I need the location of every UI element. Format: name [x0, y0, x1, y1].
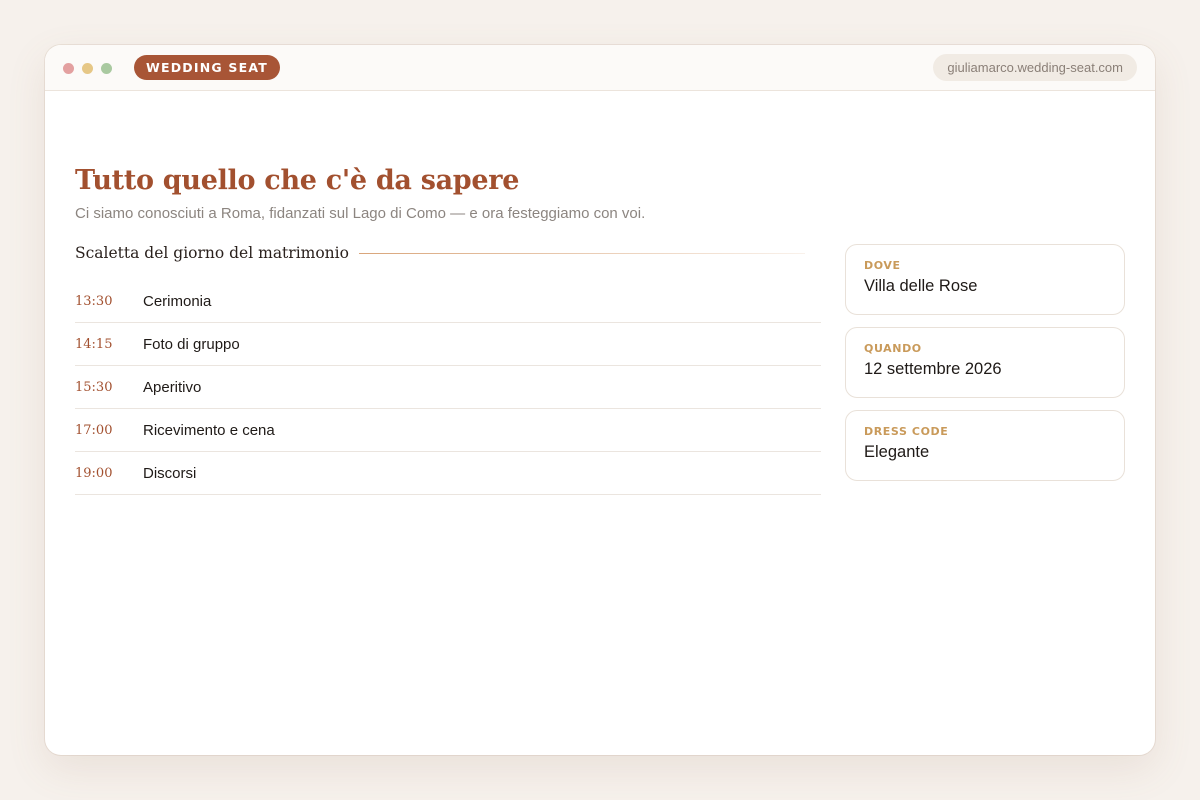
- detail-card-when: QUANDO 12 settembre 2026: [845, 327, 1125, 398]
- title-bar: WEDDING SEAT giuliamarco.wedding-seat.co…: [45, 45, 1155, 91]
- schedule-time: 15:30: [75, 379, 113, 395]
- detail-card-where: DOVE Villa delle Rose: [845, 244, 1125, 315]
- schedule-event: Aperitivo: [143, 378, 202, 396]
- schedule-row: 19:00 Discorsi: [75, 452, 821, 495]
- schedule-time: 17:00: [75, 422, 113, 438]
- url-bar[interactable]: giuliamarco.wedding-seat.com: [933, 54, 1137, 81]
- browser-window: WEDDING SEAT giuliamarco.wedding-seat.co…: [45, 45, 1155, 755]
- schedule-row: 14:15 Foto di gruppo: [75, 323, 821, 366]
- schedule-header: Scaletta del giorno del matrimonio: [75, 244, 805, 262]
- schedule-title: Scaletta del giorno del matrimonio: [75, 244, 349, 262]
- maximize-window-dot[interactable]: [101, 63, 112, 74]
- minimize-window-dot[interactable]: [82, 63, 93, 74]
- schedule-row: 17:00 Ricevimento e cena: [75, 409, 821, 452]
- schedule-event: Cerimonia: [143, 292, 212, 310]
- schedule-row: 13:30 Cerimonia: [75, 280, 821, 323]
- detail-label: DOVE: [864, 259, 901, 272]
- page-subtitle: Ci siamo conosciuti a Roma, fidanzati su…: [75, 205, 646, 222]
- details-cards: DOVE Villa delle Rose QUANDO 12 settembr…: [845, 244, 1125, 493]
- schedule-event: Discorsi: [143, 464, 197, 482]
- detail-label: DRESS CODE: [864, 425, 949, 438]
- schedule-list: 13:30 Cerimonia 14:15 Foto di gruppo 15:…: [75, 280, 821, 495]
- schedule-event: Foto di gruppo: [143, 335, 240, 353]
- schedule-event: Ricevimento e cena: [143, 421, 275, 439]
- brand-badge[interactable]: WEDDING SEAT: [134, 55, 280, 80]
- close-window-dot[interactable]: [63, 63, 74, 74]
- schedule-time: 19:00: [75, 465, 113, 481]
- schedule-divider: [358, 252, 805, 254]
- detail-value: Elegante: [864, 443, 930, 461]
- schedule-time: 13:30: [75, 293, 113, 309]
- detail-value: 12 settembre 2026: [864, 360, 1002, 378]
- detail-value: Villa delle Rose: [864, 277, 978, 295]
- detail-card-dress-code: DRESS CODE Elegante: [845, 410, 1125, 481]
- page-title: Tutto quello che c'è da sapere: [75, 165, 520, 196]
- schedule-time: 14:15: [75, 336, 113, 352]
- detail-label: QUANDO: [864, 342, 922, 355]
- schedule-row: 15:30 Aperitivo: [75, 366, 821, 409]
